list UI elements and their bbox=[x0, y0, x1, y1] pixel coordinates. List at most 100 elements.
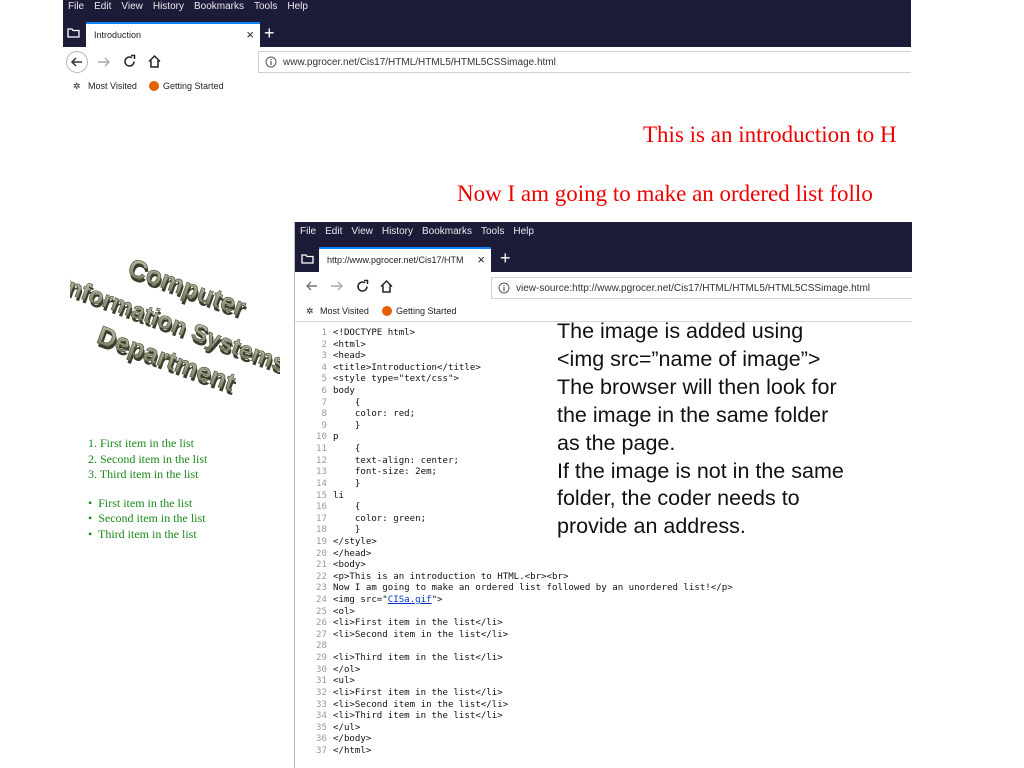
source-code-text: <!DOCTYPE html> bbox=[333, 328, 416, 338]
line-number: 27 bbox=[316, 629, 327, 640]
source-line: 23 Now I am going to make an ordered list… bbox=[295, 583, 912, 595]
source-code-text: font-size: 2em; bbox=[333, 467, 438, 478]
source-line: 28 bbox=[295, 641, 912, 653]
source-code-text: p bbox=[333, 432, 339, 443]
line-number: 14 bbox=[316, 478, 327, 489]
tab-introduction[interactable]: Introduction × bbox=[86, 22, 260, 47]
list-marker: 3. bbox=[88, 467, 97, 481]
home-button[interactable] bbox=[147, 54, 162, 69]
address-bar[interactable]: view-source:http://www.pgrocer.net/Cis17… bbox=[491, 277, 912, 299]
source-line: 31 <ul> bbox=[295, 676, 912, 688]
line-number: 25 bbox=[316, 606, 327, 617]
ordered-list-item: 3. Third item in the list bbox=[88, 467, 207, 483]
source-code-text: { bbox=[333, 444, 361, 455]
forward-arrow-icon bbox=[331, 281, 343, 291]
bookmark-most-visited[interactable]: Most Visited bbox=[88, 77, 137, 95]
menu-bookmarks[interactable]: Bookmarks bbox=[194, 1, 244, 12]
menu-tools[interactable]: Tools bbox=[254, 1, 277, 12]
line-number: 7 bbox=[321, 397, 327, 408]
line-number: 16 bbox=[316, 502, 327, 513]
close-tab-icon[interactable]: × bbox=[477, 249, 485, 271]
menu-tools[interactable]: Tools bbox=[481, 226, 504, 237]
list-item-text: Third item in the list bbox=[98, 526, 197, 541]
bookmark-getting-started[interactable]: Getting Started bbox=[396, 302, 457, 320]
back-button[interactable] bbox=[66, 51, 88, 73]
source-code-text: li bbox=[333, 490, 344, 501]
menu-history[interactable]: History bbox=[153, 1, 184, 12]
list-item-text: Second item in the list bbox=[100, 451, 208, 466]
tab-view-source[interactable]: http://www.pgrocer.net/Cis17/HTM × bbox=[319, 247, 491, 272]
line-number: 17 bbox=[316, 513, 327, 524]
source-line: 36 </body> bbox=[295, 734, 912, 746]
reload-button[interactable] bbox=[355, 279, 370, 294]
menu-history[interactable]: History bbox=[382, 226, 413, 237]
unordered-list-item: • Third item in the list bbox=[88, 527, 207, 543]
menu-file[interactable]: File bbox=[300, 226, 316, 237]
source-code-text: </ul> bbox=[333, 722, 361, 733]
menu-edit[interactable]: Edit bbox=[325, 226, 342, 237]
source-link-cisa-gif[interactable]: CISa.gif bbox=[388, 595, 432, 605]
list-item-text: First item in the list bbox=[98, 495, 193, 510]
source-line: 29 <li>Third item in the list</li> bbox=[295, 653, 912, 665]
forward-arrow-icon bbox=[98, 57, 110, 67]
forward-button[interactable] bbox=[329, 279, 345, 293]
inner-menu-bar: File Edit View History Bookmarks Tools Help bbox=[295, 222, 912, 242]
menu-help[interactable]: Help bbox=[287, 1, 308, 12]
line-number: 26 bbox=[316, 618, 327, 629]
home-icon bbox=[148, 54, 161, 68]
line-number: 37 bbox=[316, 745, 327, 756]
folder-icon[interactable] bbox=[67, 27, 80, 38]
gear-icon: ✲ bbox=[73, 81, 81, 91]
line-number: 19 bbox=[316, 536, 327, 547]
annotation-callout: The image is added using <img src=”name … bbox=[557, 319, 844, 539]
bookmark-getting-started[interactable]: Getting Started bbox=[163, 77, 224, 95]
info-icon[interactable] bbox=[498, 282, 510, 294]
menu-bookmarks[interactable]: Bookmarks bbox=[422, 226, 472, 237]
source-code-text: <li>First item in the list</li> bbox=[333, 687, 503, 698]
source-code-text: <li>First item in the list</li> bbox=[333, 618, 503, 629]
new-tab-button[interactable]: + bbox=[500, 248, 511, 268]
line-number: 13 bbox=[316, 467, 327, 478]
ordered-list: 1. First item in the list 2. Second item… bbox=[88, 436, 207, 483]
firefox-icon bbox=[149, 81, 159, 91]
menu-file[interactable]: File bbox=[68, 1, 84, 12]
source-code-text: color: red; bbox=[333, 409, 416, 420]
ordered-list-item: 2. Second item in the list bbox=[88, 452, 207, 468]
source-line: 25 <ol> bbox=[295, 607, 912, 619]
line-number: 35 bbox=[316, 722, 327, 733]
line-number: 12 bbox=[316, 455, 327, 466]
list-item-text: First item in the list bbox=[100, 436, 195, 450]
menu-edit[interactable]: Edit bbox=[94, 1, 111, 12]
line-number: 34 bbox=[316, 711, 327, 722]
folder-icon[interactable] bbox=[301, 253, 314, 264]
source-code-text: color: green; bbox=[333, 513, 427, 524]
line-number: 31 bbox=[316, 676, 327, 687]
menu-help[interactable]: Help bbox=[513, 226, 534, 237]
menu-view[interactable]: View bbox=[351, 226, 373, 237]
close-tab-icon[interactable]: × bbox=[246, 24, 254, 46]
back-button[interactable] bbox=[303, 277, 321, 295]
line-number: 4 bbox=[321, 362, 327, 373]
info-icon[interactable] bbox=[265, 56, 277, 68]
address-bar[interactable]: www.pgrocer.net/Cis17/HTML/HTML5/HTML5CS… bbox=[258, 51, 911, 73]
page-lists: 1. First item in the list 2. Second item… bbox=[88, 436, 207, 542]
line-number: 20 bbox=[316, 548, 327, 559]
forward-button[interactable] bbox=[96, 55, 112, 69]
menu-view[interactable]: View bbox=[121, 1, 143, 12]
source-code-text: text-align: center; bbox=[333, 455, 459, 466]
ordered-list-item: 1. First item in the list bbox=[88, 436, 207, 452]
source-code-text: </html> bbox=[333, 745, 372, 756]
bookmark-most-visited[interactable]: Most Visited bbox=[320, 302, 369, 320]
new-tab-button[interactable]: + bbox=[264, 23, 275, 43]
list-intro-paragraph: Now I am going to make an ordered list f… bbox=[457, 181, 873, 206]
source-code-text: <li>Second item in the list</li> bbox=[333, 699, 509, 710]
cis-logo-image: Computer Computer Information Systems In… bbox=[57, 252, 290, 415]
source-line: 27 <li>Second item in the list</li> bbox=[295, 630, 912, 642]
home-button[interactable] bbox=[379, 279, 394, 294]
line-number: 1 bbox=[321, 328, 327, 338]
source-code-text: "> bbox=[431, 595, 443, 606]
line-number: 28 bbox=[316, 641, 327, 652]
line-number: 30 bbox=[316, 664, 327, 675]
reload-button[interactable] bbox=[122, 54, 137, 69]
source-code-text: <style type="text/css"> bbox=[333, 374, 459, 385]
